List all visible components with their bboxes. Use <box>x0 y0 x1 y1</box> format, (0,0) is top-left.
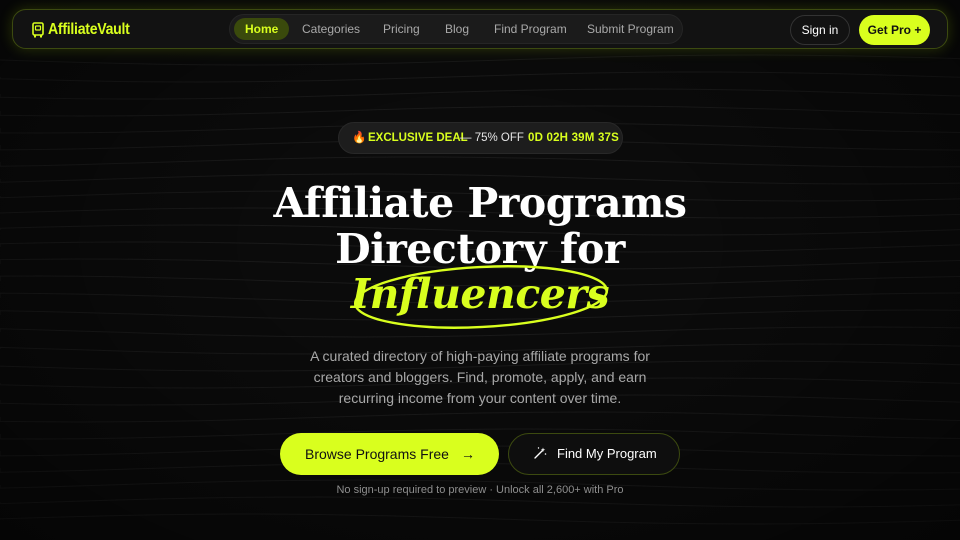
hero-subtitle-line: recurring income from your content over … <box>338 390 622 406</box>
browse-programs-button[interactable]: Browse Programs Free → <box>280 433 499 475</box>
nav-item-submit-program[interactable]: Submit Program <box>587 18 674 40</box>
background-wave-line <box>0 326 960 338</box>
arrow-right-icon: → <box>461 446 475 462</box>
hero-title-line-2: Directory for <box>335 225 625 273</box>
nav-item-categories[interactable]: Categories <box>302 18 360 40</box>
deal-offer: — 75% OFF <box>460 132 524 144</box>
background-wave-line <box>0 496 960 508</box>
nav-item-find-program[interactable]: Find Program <box>494 18 567 40</box>
fire-icon: 🔥 <box>352 132 367 144</box>
browse-programs-label: Browse Programs Free <box>305 446 449 462</box>
background-wave-line <box>0 513 960 525</box>
hero-subtitle-line: A curated directory of high-paying affil… <box>310 348 650 364</box>
nav-item-pricing[interactable]: Pricing <box>383 18 420 40</box>
hero-title-line-1: Affiliate Programs <box>273 179 687 227</box>
sign-in-button[interactable]: Sign in <box>790 15 850 45</box>
hero-title-highlight: Influencers <box>350 270 610 318</box>
background-wave-line <box>0 156 960 168</box>
deal-countdown-timer: 0D 02H 39M 37S <box>528 132 620 144</box>
hero-subtitle: A curated directory of high-paying affil… <box>280 346 680 409</box>
navbar: AffiliateVault Home Categories Pricing B… <box>12 9 948 49</box>
get-pro-button[interactable]: Get Pro + <box>859 15 930 45</box>
brand-logo[interactable]: AffiliateVault <box>32 21 141 39</box>
hero-subtitle-line: creators and bloggers. Find, promote, ap… <box>313 369 647 385</box>
background-wave-line <box>0 71 960 83</box>
find-my-program-label: Find My Program <box>557 446 657 461</box>
find-my-program-button[interactable]: Find My Program <box>508 433 680 475</box>
background-wave-line <box>0 54 960 66</box>
vault-icon <box>32 22 44 38</box>
nav-item-home[interactable]: Home <box>234 18 290 40</box>
cta-note: No sign-up required to preview · Unlock … <box>336 484 624 496</box>
background-wave-line <box>0 88 960 100</box>
brand-name: AffiliateVault <box>48 21 130 38</box>
magic-wand-icon <box>534 447 547 459</box>
exclusive-deal-badge[interactable]: 🔥 EXCLUSIVE DEAL — 75% OFF 0D 02H 39M 37… <box>338 122 623 154</box>
nav-item-blog[interactable]: Blog <box>445 18 469 40</box>
background-wave-line <box>0 105 960 117</box>
background-wave-line <box>0 411 960 423</box>
deal-title: EXCLUSIVE DEAL <box>368 132 468 144</box>
nav-menu: Home Categories Pricing Blog Find Progra… <box>229 14 683 44</box>
